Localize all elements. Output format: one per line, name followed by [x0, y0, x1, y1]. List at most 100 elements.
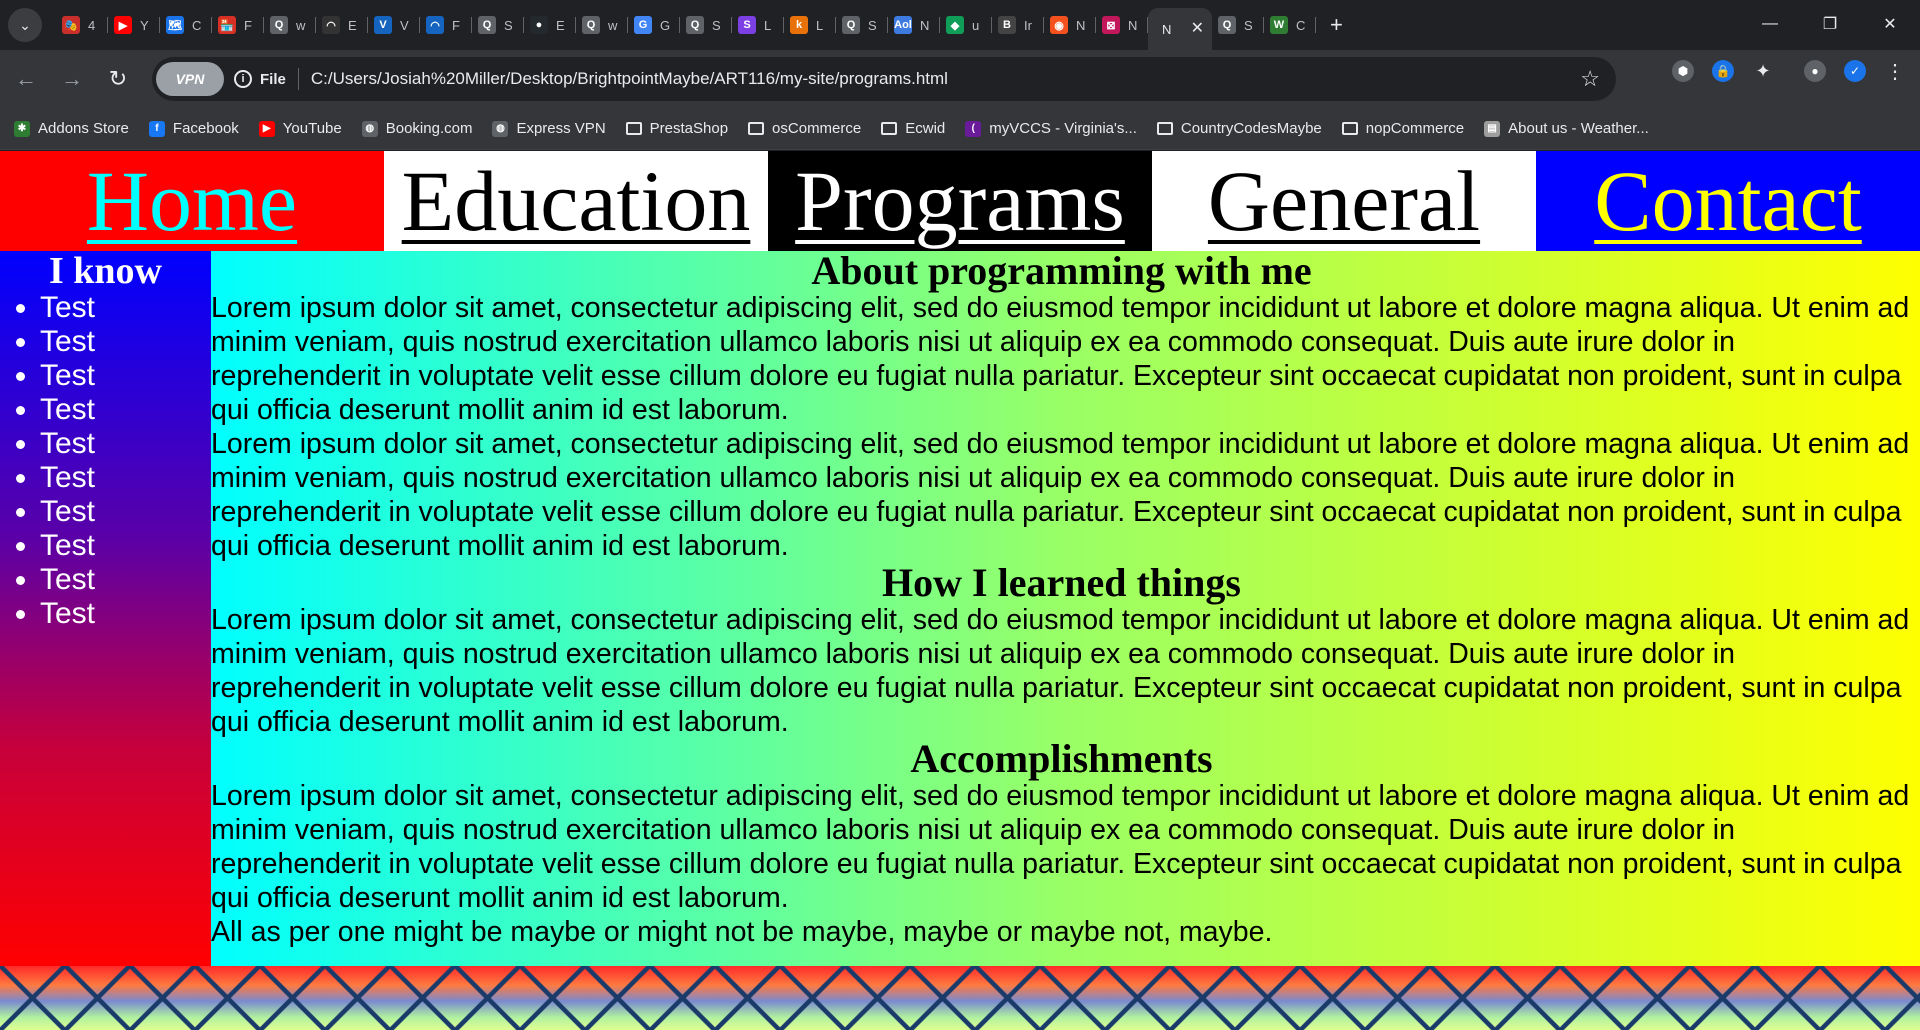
- tab-search-button[interactable]: ⌄: [8, 8, 42, 42]
- tab[interactable]: QS: [680, 7, 732, 43]
- tab[interactable]: WC: [1264, 7, 1316, 43]
- tab-favicon-icon: Q: [582, 16, 600, 34]
- close-window-button[interactable]: ✕: [1860, 0, 1920, 48]
- tab[interactable]: kL: [784, 7, 836, 43]
- sidebar-list: Test Test Test Test Test Test Test Test …: [40, 291, 211, 631]
- (-icon: (: [965, 120, 982, 137]
- tab[interactable]: ◉ N: [1044, 7, 1096, 43]
- nav-link-programs[interactable]: Programs: [768, 151, 1152, 251]
- tab[interactable]: ◠ F: [420, 7, 472, 43]
- bookmark-item[interactable]: ✱ Addons Store: [14, 120, 129, 137]
- folder-icon: [1341, 122, 1358, 135]
- bookmark-item[interactable]: f Facebook: [148, 120, 239, 137]
- tab-favicon-icon: Q: [270, 16, 288, 34]
- tab-favicon-icon: Q: [1218, 16, 1236, 34]
- tab[interactable]: 🗺 C: [160, 7, 212, 43]
- nav-link-home[interactable]: Home: [0, 151, 384, 251]
- tab-favicon-icon: k: [790, 16, 808, 34]
- bookmark-item[interactable]: ▤ About us - Weather...: [1484, 120, 1649, 137]
- profile-avatar-icon[interactable]: ●: [1804, 60, 1826, 82]
- tab-title: G: [660, 17, 671, 33]
- lock-extension-icon[interactable]: 🔒: [1712, 60, 1734, 82]
- bookmark-item[interactable]: CountryCodesMaybe: [1156, 120, 1322, 137]
- tab-title: S: [868, 17, 877, 33]
- tab[interactable]: ◠ E: [316, 7, 368, 43]
- tab-active[interactable]: N ✕: [1148, 8, 1212, 50]
- tab-favicon-icon: ◠: [322, 16, 340, 34]
- address-bar[interactable]: VPN i File C:/Users/Josiah%20Miller/Desk…: [152, 57, 1616, 101]
- tab[interactable]: Qw: [264, 7, 316, 43]
- section-heading-about: About programming with me: [811, 248, 1312, 293]
- bookmark-item[interactable]: ▶ YouTube: [258, 120, 342, 137]
- tab[interactable]: 🎭 4: [56, 7, 108, 43]
- bookmark-label: PrestaShop: [649, 120, 729, 137]
- tab-title: N: [1076, 17, 1086, 33]
- tab[interactable]: SL: [732, 7, 784, 43]
- tab[interactable]: QS: [472, 7, 524, 43]
- list-item: Test: [40, 427, 211, 461]
- tab[interactable]: VV: [368, 7, 420, 43]
- bookmark-star-icon[interactable]: ☆: [1580, 66, 1600, 92]
- globe-icon: ◍: [361, 120, 378, 137]
- tab-favicon-icon: Q: [842, 16, 860, 34]
- tab[interactable]: ⊠ N: [1096, 7, 1148, 43]
- url-text[interactable]: C:/Users/Josiah%20Miller/Desktop/Brightp…: [311, 69, 948, 89]
- paragraph: Lorem ipsum dolor sit amet, consectetur …: [211, 780, 1910, 914]
- tab[interactable]: ▶ Y: [108, 7, 160, 43]
- nav-link-contact[interactable]: Contact: [1536, 151, 1920, 251]
- tab[interactable]: Aol N: [888, 7, 940, 43]
- bookmark-item[interactable]: ◍ Express VPN: [492, 120, 606, 137]
- tab-title: S: [712, 17, 721, 33]
- tab-title: C: [192, 17, 202, 33]
- list-item: Test: [40, 359, 211, 393]
- tab[interactable]: ◆ u: [940, 7, 992, 43]
- restore-button[interactable]: ❐: [1800, 0, 1860, 48]
- tab-title: L: [816, 17, 824, 33]
- minimize-button[interactable]: —: [1740, 0, 1800, 48]
- site-info-chip[interactable]: i File: [234, 70, 286, 88]
- nav-link-education[interactable]: Education: [384, 151, 768, 251]
- tab-title: S: [1244, 17, 1253, 33]
- arrow-right-icon: →: [61, 66, 83, 91]
- bookmark-item[interactable]: PrestaShop: [625, 120, 729, 137]
- forward-button[interactable]: →: [52, 59, 92, 99]
- tab-title: E: [348, 17, 357, 33]
- tab[interactable]: QS: [1212, 7, 1264, 43]
- main-content: About programming with me Lorem ipsum do…: [211, 251, 1920, 966]
- vpn-button[interactable]: VPN: [156, 62, 224, 96]
- tab-title: N: [1128, 17, 1138, 33]
- list-item: Test: [40, 495, 211, 529]
- tab-title: w: [608, 17, 618, 33]
- tab-favicon-icon: B: [998, 16, 1016, 34]
- menu-kebab-icon[interactable]: ⋮: [1884, 60, 1906, 83]
- bookmark-item[interactable]: osCommerce: [748, 120, 861, 137]
- tab-favicon-icon: W: [1270, 16, 1288, 34]
- browser-toolbar: ← → ↻ VPN i File C:/Users/Josiah%20Mille…: [0, 50, 1920, 108]
- check-shield-icon[interactable]: ✓: [1844, 60, 1866, 82]
- bookmark-label: About us - Weather...: [1508, 120, 1649, 137]
- back-button[interactable]: ←: [6, 59, 46, 99]
- reload-button[interactable]: ↻: [98, 59, 138, 99]
- globe-icon: ◍: [492, 120, 509, 137]
- shield-extension-icon[interactable]: ⬢: [1672, 60, 1694, 82]
- tab-favicon-icon: 🎭: [62, 16, 80, 34]
- bookmark-item[interactable]: ◍ Booking.com: [361, 120, 472, 137]
- tab[interactable]: GG: [628, 7, 680, 43]
- list-item: Test: [40, 461, 211, 495]
- tab[interactable]: ● E: [524, 7, 576, 43]
- puzzle-icon[interactable]: ✦: [1752, 60, 1774, 82]
- page-viewport: Home Education Programs General Contact …: [0, 151, 1920, 1030]
- bookmark-item[interactable]: nopCommerce: [1341, 120, 1464, 137]
- tab[interactable]: 🏪 F: [212, 7, 264, 43]
- tab-favicon-icon: 🗺: [166, 16, 184, 34]
- new-tab-button[interactable]: +: [1330, 12, 1343, 38]
- bookmark-item[interactable]: (myVCCS - Virginia's...: [965, 120, 1137, 137]
- tab[interactable]: Qw: [576, 7, 628, 43]
- list-item: Test: [40, 529, 211, 563]
- bookmark-item[interactable]: Ecwid: [881, 120, 945, 137]
- tab[interactable]: B Ir: [992, 7, 1044, 43]
- tab[interactable]: QS: [836, 7, 888, 43]
- nav-link-general[interactable]: General: [1152, 151, 1536, 251]
- tab-title: N: [920, 17, 930, 33]
- close-icon[interactable]: ✕: [1191, 18, 1204, 38]
